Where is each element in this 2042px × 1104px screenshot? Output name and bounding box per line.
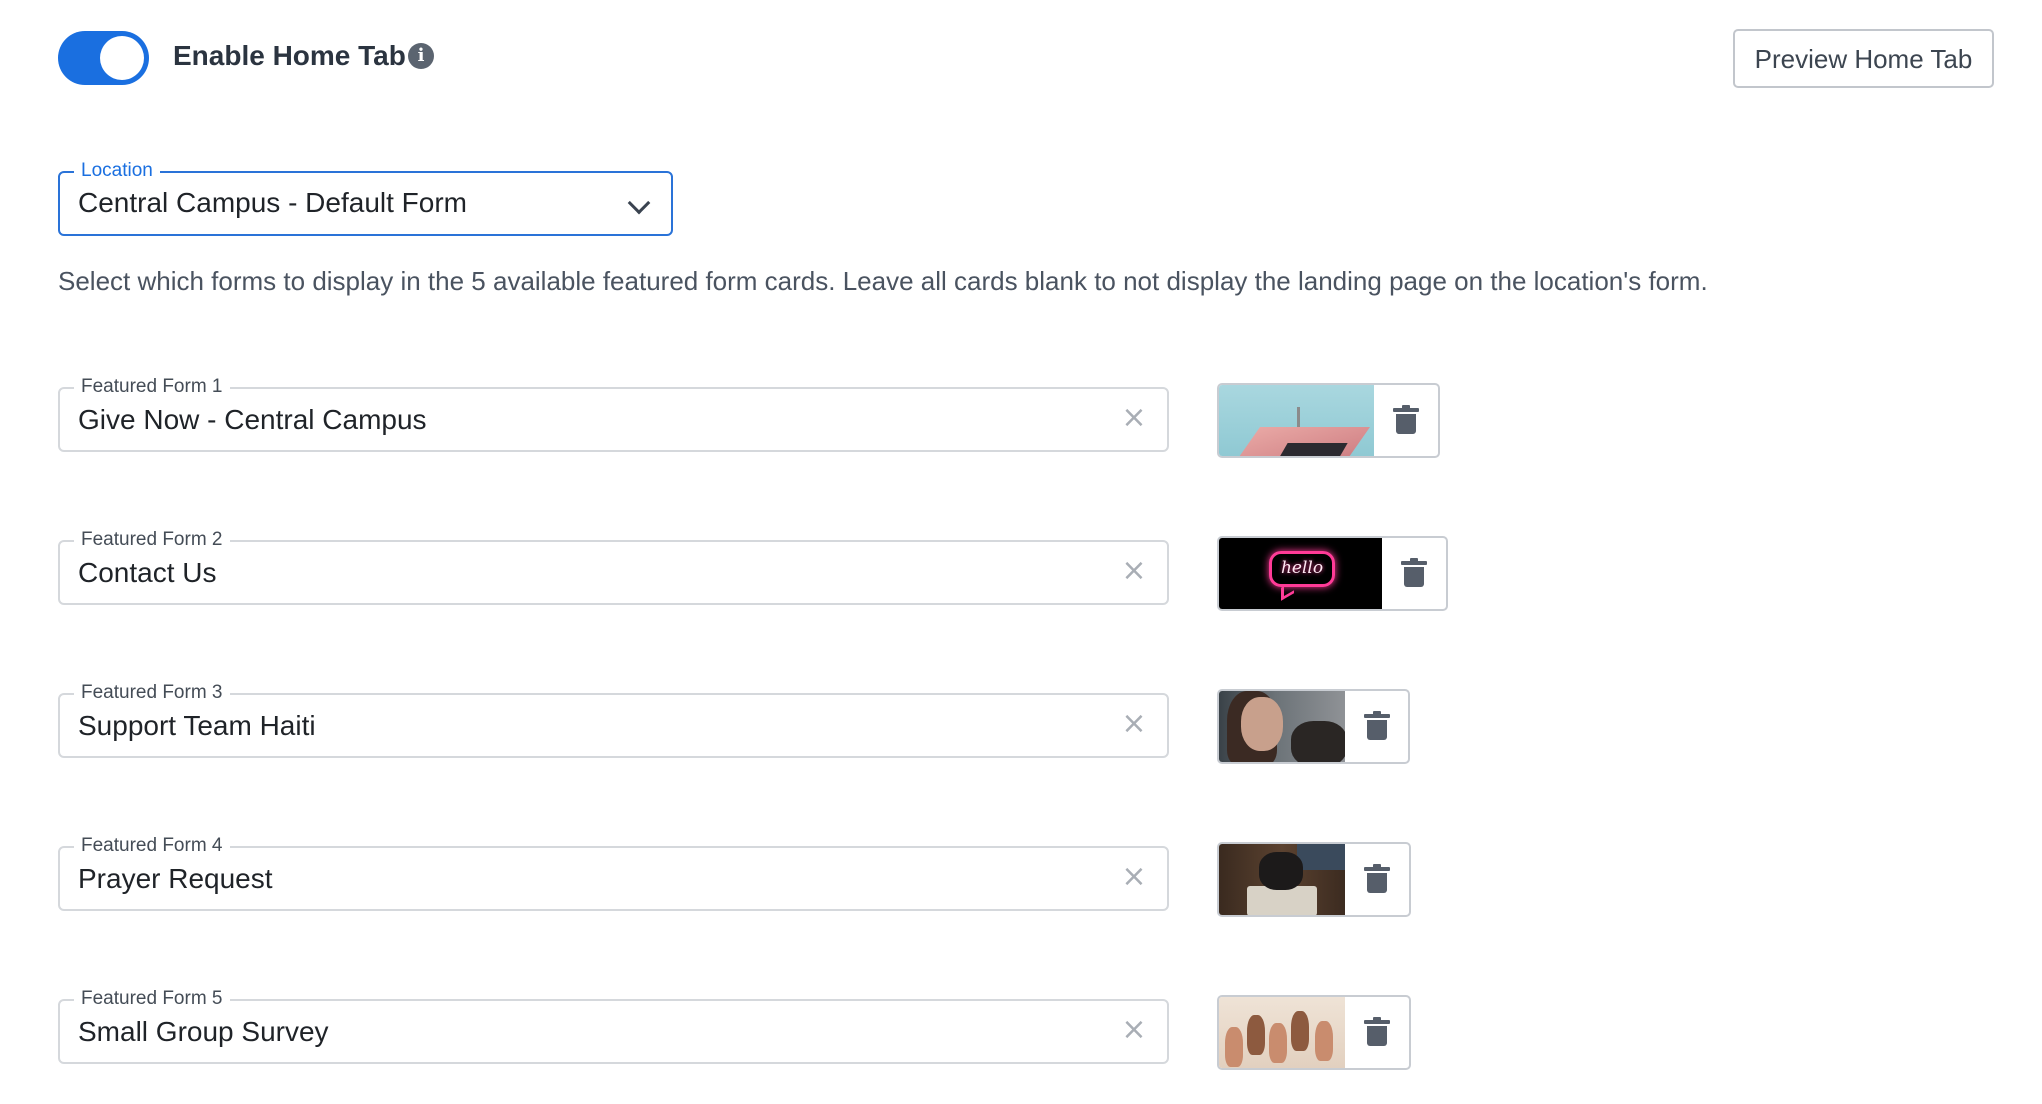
featured-form-1-image	[1217, 383, 1440, 458]
people-image	[1219, 691, 1345, 762]
info-icon[interactable]: i	[408, 43, 434, 69]
trash-icon	[1363, 710, 1390, 740]
featured-form-1-field[interactable]: Featured Form 1 Give Now - Central Campu…	[58, 376, 1169, 452]
location-value: Central Campus - Default Form	[78, 187, 468, 218]
raised-hands-image	[1219, 997, 1345, 1068]
trash-icon	[1401, 557, 1427, 587]
church-steeple-image	[1219, 385, 1374, 456]
featured-form-label: Featured Form 3	[74, 682, 230, 704]
delete-image-button[interactable]	[1345, 997, 1409, 1068]
featured-form-value: Small Group Survey	[78, 1016, 329, 1047]
featured-form-4-field[interactable]: Featured Form 4 Prayer Request ×	[58, 835, 1169, 911]
neon-hello-image: hello	[1219, 538, 1382, 609]
form-cards-description: Select which forms to display in the 5 a…	[58, 266, 1708, 296]
delete-image-button[interactable]	[1345, 844, 1409, 915]
location-select[interactable]: Location Central Campus - Default Form	[58, 160, 673, 236]
featured-form-2-image: hello	[1217, 536, 1448, 611]
featured-form-2-field[interactable]: Featured Form 2 Contact Us ×	[58, 529, 1169, 605]
delete-image-button[interactable]	[1382, 538, 1446, 609]
featured-form-4-image	[1217, 842, 1411, 917]
featured-form-3-field[interactable]: Featured Form 3 Support Team Haiti ×	[58, 682, 1169, 758]
enable-home-tab-label: Enable Home Tab	[173, 40, 406, 71]
featured-form-label: Featured Form 1	[74, 376, 230, 398]
clear-icon[interactable]: ×	[1119, 553, 1149, 589]
clear-icon[interactable]: ×	[1119, 400, 1149, 436]
prayer-image	[1219, 844, 1345, 915]
featured-form-label: Featured Form 2	[74, 529, 230, 551]
featured-form-5-field[interactable]: Featured Form 5 Small Group Survey ×	[58, 988, 1169, 1064]
clear-icon[interactable]: ×	[1119, 706, 1149, 742]
featured-form-label: Featured Form 4	[74, 835, 230, 857]
featured-form-value: Give Now - Central Campus	[78, 404, 427, 435]
delete-image-button[interactable]	[1374, 385, 1438, 456]
featured-form-label: Featured Form 5	[74, 988, 230, 1010]
location-label: Location	[74, 160, 160, 182]
chevron-down-icon	[627, 191, 651, 215]
clear-icon[interactable]: ×	[1119, 859, 1149, 895]
featured-form-5-image	[1217, 995, 1411, 1070]
clear-icon[interactable]: ×	[1119, 1012, 1149, 1048]
toggle-knob	[100, 36, 144, 80]
trash-icon	[1364, 863, 1390, 893]
preview-home-tab-button[interactable]: Preview Home Tab	[1733, 29, 1994, 88]
trash-icon	[1393, 404, 1419, 434]
featured-form-value: Contact Us	[78, 557, 217, 588]
featured-form-3-image	[1217, 689, 1410, 764]
trash-icon	[1364, 1016, 1390, 1046]
featured-form-value: Support Team Haiti	[78, 710, 316, 741]
delete-image-button[interactable]	[1345, 691, 1408, 762]
enable-home-tab-toggle[interactable]	[58, 31, 149, 85]
featured-form-value: Prayer Request	[78, 863, 273, 894]
